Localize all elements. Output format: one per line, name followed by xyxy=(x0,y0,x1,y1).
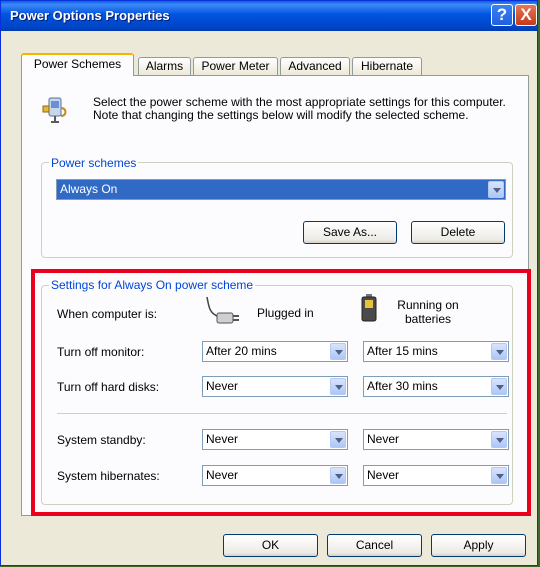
chevron-down-icon[interactable] xyxy=(491,467,507,484)
system-hibernates-label: System hibernates: xyxy=(57,469,160,483)
when-computer-is-label: When computer is: xyxy=(57,307,158,321)
window-title: Power Options Properties xyxy=(10,8,170,23)
chevron-down-icon[interactable] xyxy=(491,343,507,360)
close-button[interactable]: X xyxy=(515,4,537,26)
tab-power-meter[interactable]: Power Meter xyxy=(193,57,278,75)
settings-legend: Settings for Always On power scheme xyxy=(49,278,256,292)
cancel-button[interactable]: Cancel xyxy=(327,534,422,557)
hard-disks-battery-select[interactable]: After 30 mins xyxy=(363,376,509,397)
tab-alarms[interactable]: Alarms xyxy=(138,57,191,75)
power-options-window: Power Options Properties ? X Power Schem… xyxy=(0,0,538,566)
plugged-in-label: Plugged in xyxy=(257,306,314,320)
hibernate-battery-select[interactable]: Never xyxy=(363,465,509,486)
hibernate-battery-value: Never xyxy=(367,468,400,482)
tab-hibernate[interactable]: Hibernate xyxy=(352,57,422,75)
hibernate-plugged-select[interactable]: Never xyxy=(202,465,348,486)
chevron-down-icon[interactable] xyxy=(491,431,507,448)
standby-battery-value: Never xyxy=(367,432,400,446)
chevron-down-icon[interactable] xyxy=(330,467,346,484)
tab-advanced[interactable]: Advanced xyxy=(280,57,350,75)
running-on-batteries-label: Running on batteries xyxy=(397,298,459,326)
apply-button[interactable]: Apply xyxy=(431,534,526,557)
hard-disks-plugged-value: Never xyxy=(206,379,239,393)
system-standby-label: System standby: xyxy=(57,433,146,447)
hibernate-plugged-value: Never xyxy=(206,468,239,482)
standby-plugged-value: Never xyxy=(206,432,239,446)
monitor-battery-select[interactable]: After 15 mins xyxy=(363,341,509,362)
title-bar[interactable]: Power Options Properties ? X xyxy=(1,1,537,31)
battery-icon xyxy=(361,294,377,322)
standby-plugged-select[interactable]: Never xyxy=(202,429,348,450)
turn-off-hard-disks-label: Turn off hard disks: xyxy=(57,380,160,394)
monitor-plugged-value: After 20 mins xyxy=(206,344,277,358)
plug-icon xyxy=(206,296,239,324)
standby-battery-select[interactable]: Never xyxy=(363,429,509,450)
power-plug-icon xyxy=(42,97,67,123)
chevron-down-icon[interactable] xyxy=(330,343,346,360)
intro-description: Select the power scheme with the most ap… xyxy=(93,95,506,122)
hard-disks-battery-value: After 30 mins xyxy=(367,379,438,393)
turn-off-monitor-label: Turn off monitor: xyxy=(57,345,145,359)
help-button[interactable]: ? xyxy=(491,4,513,26)
ok-button[interactable]: OK xyxy=(223,534,318,557)
settings-divider xyxy=(57,413,507,414)
tab-power-schemes[interactable]: Power Schemes xyxy=(21,53,134,76)
hard-disks-plugged-select[interactable]: Never xyxy=(202,376,348,397)
chevron-down-icon[interactable] xyxy=(491,378,507,395)
chevron-down-icon[interactable] xyxy=(330,431,346,448)
power-scheme-select[interactable]: Always On xyxy=(56,179,506,200)
power-schemes-legend: Power schemes xyxy=(49,156,139,170)
chevron-down-icon[interactable] xyxy=(488,181,504,198)
monitor-plugged-select[interactable]: After 20 mins xyxy=(202,341,348,362)
monitor-battery-value: After 15 mins xyxy=(367,344,438,358)
delete-button[interactable]: Delete xyxy=(411,221,505,244)
save-as-button[interactable]: Save As... xyxy=(303,221,397,244)
power-scheme-value: Always On xyxy=(60,182,118,196)
chevron-down-icon[interactable] xyxy=(330,378,346,395)
